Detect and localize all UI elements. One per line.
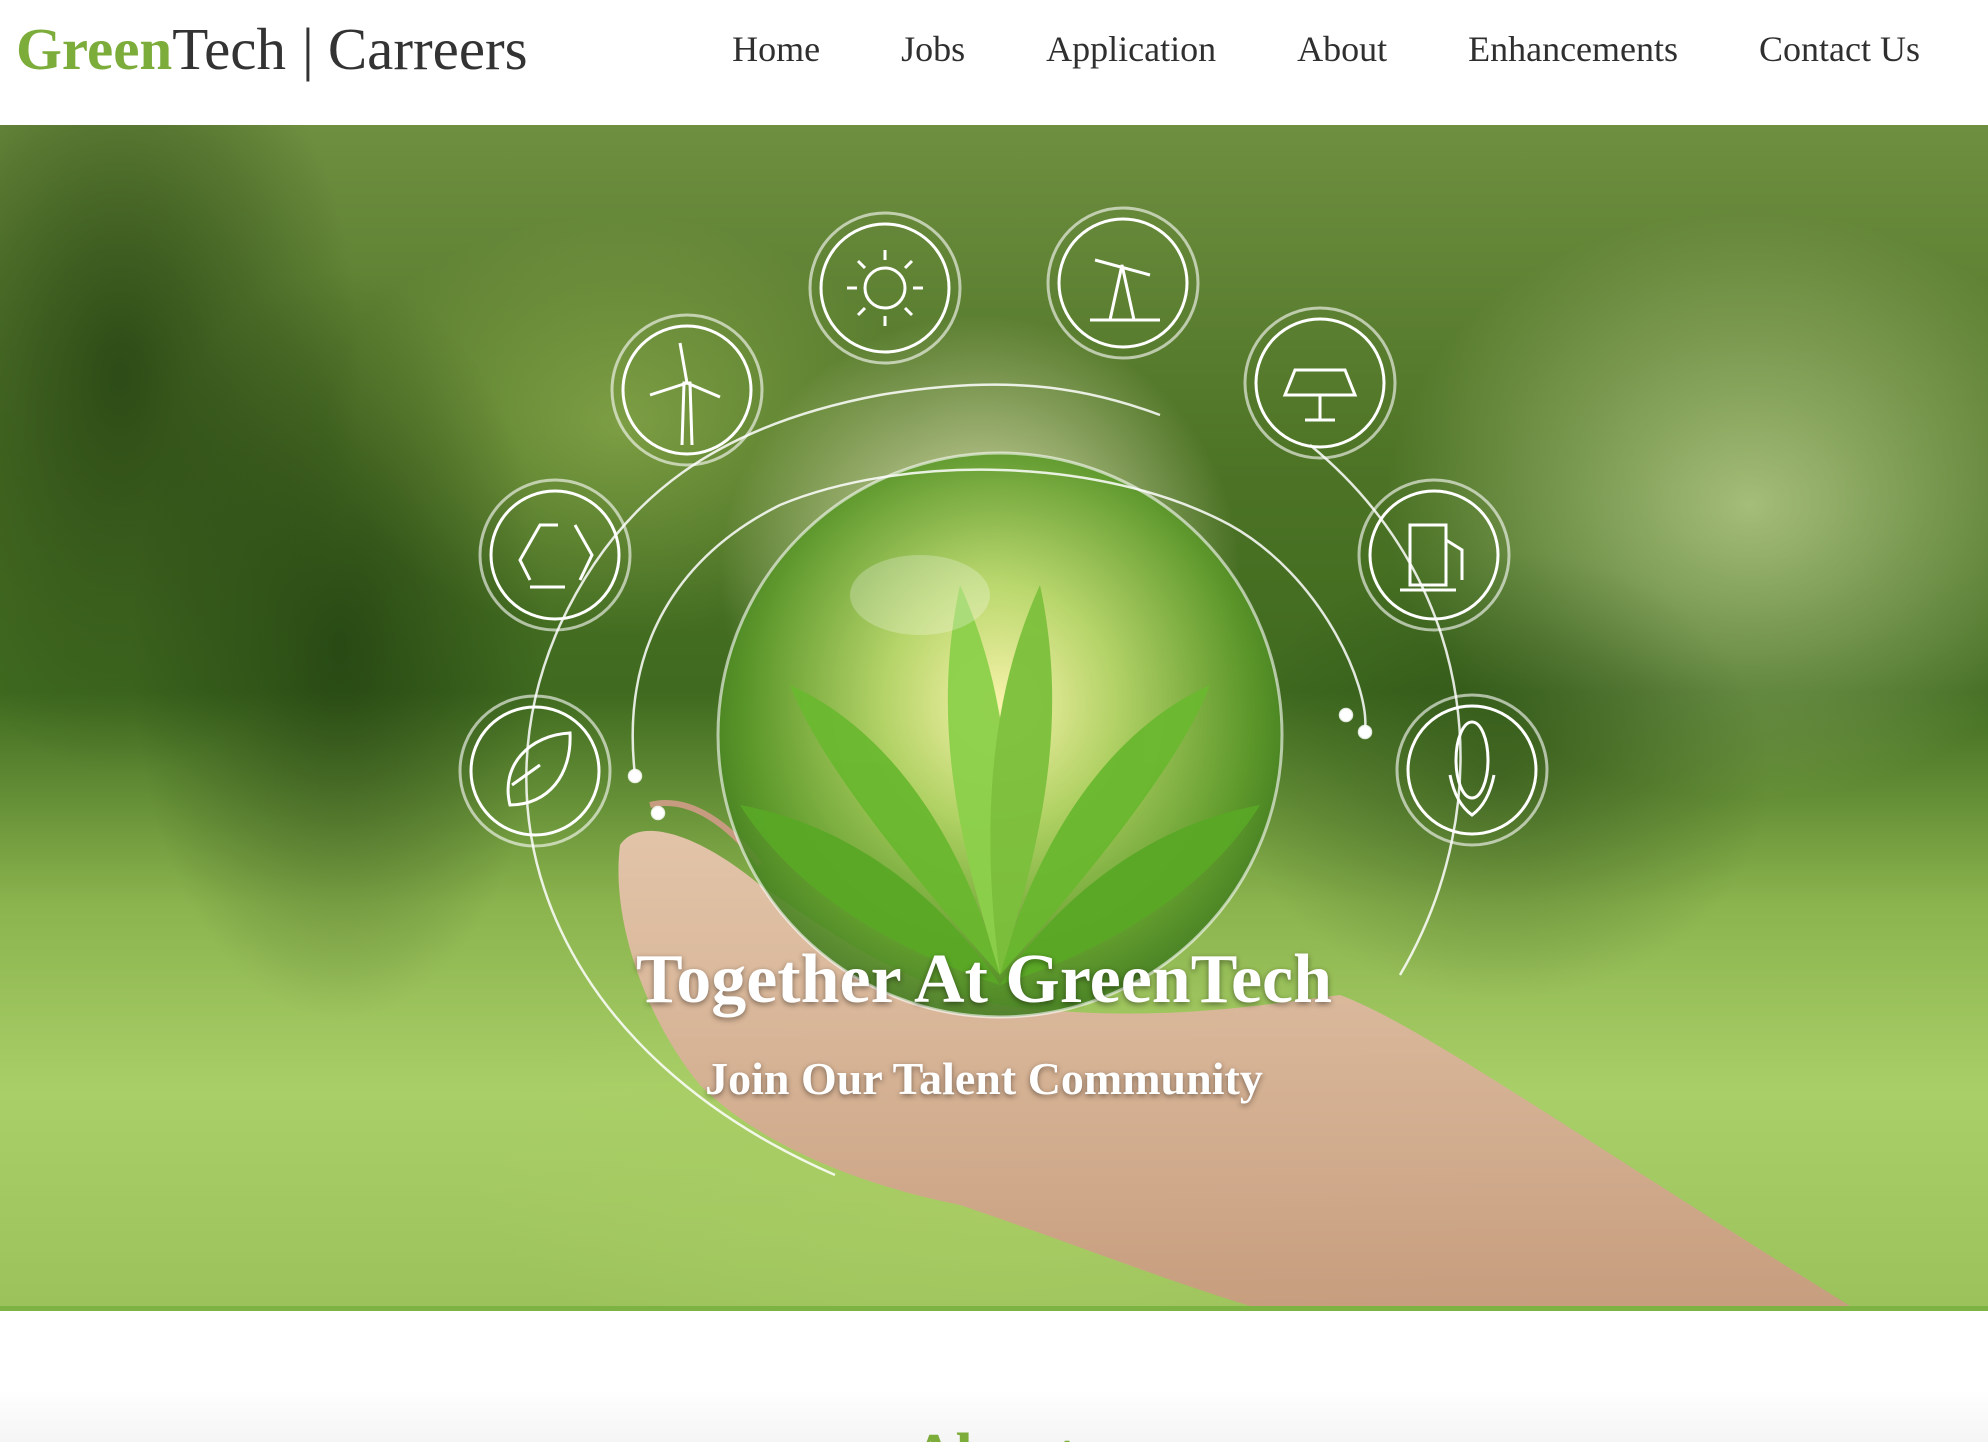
- solar-panel-icon: [1243, 306, 1397, 460]
- about-section: About: [0, 1311, 1988, 1442]
- nav-contact-us[interactable]: Contact Us: [1759, 28, 1920, 70]
- nav-jobs[interactable]: Jobs: [901, 28, 965, 70]
- logo-separator: |: [302, 15, 314, 82]
- oil-pump-icon: [1046, 206, 1200, 360]
- corn-icon: [1395, 693, 1549, 847]
- wind-turbine-icon: [610, 313, 764, 467]
- fuel-pump-icon: [1357, 478, 1511, 632]
- about-heading: About: [0, 1421, 1988, 1442]
- globe-with-plant: [716, 451, 1284, 1019]
- recycle-icon: [478, 478, 632, 632]
- hero-banner: Together At GreenTech Join Our Talent Co…: [0, 125, 1988, 1306]
- logo-careers-text: Carreers: [327, 15, 528, 82]
- nav-enhancements[interactable]: Enhancements: [1468, 28, 1678, 70]
- nav-home[interactable]: Home: [732, 28, 820, 70]
- hero-illustration: [458, 206, 1850, 1306]
- nav-application[interactable]: Application: [1046, 28, 1216, 70]
- main-nav: Home Jobs Application About Enhancements…: [732, 28, 1920, 70]
- hero-title: Together At GreenTech: [635, 941, 1333, 1018]
- leaf-drop-icon: [458, 694, 612, 848]
- hero-subtitle: Join Our Talent Community: [705, 1053, 1263, 1104]
- site-header: Green Tech | Carreers Home Jobs Application…: [0, 0, 1988, 125]
- logo-tech-text: Tech: [172, 15, 286, 82]
- nav-about[interactable]: About: [1297, 28, 1387, 70]
- logo-green-text: Green: [16, 15, 173, 82]
- site-logo[interactable]: Green Tech | Carreers: [16, 14, 528, 84]
